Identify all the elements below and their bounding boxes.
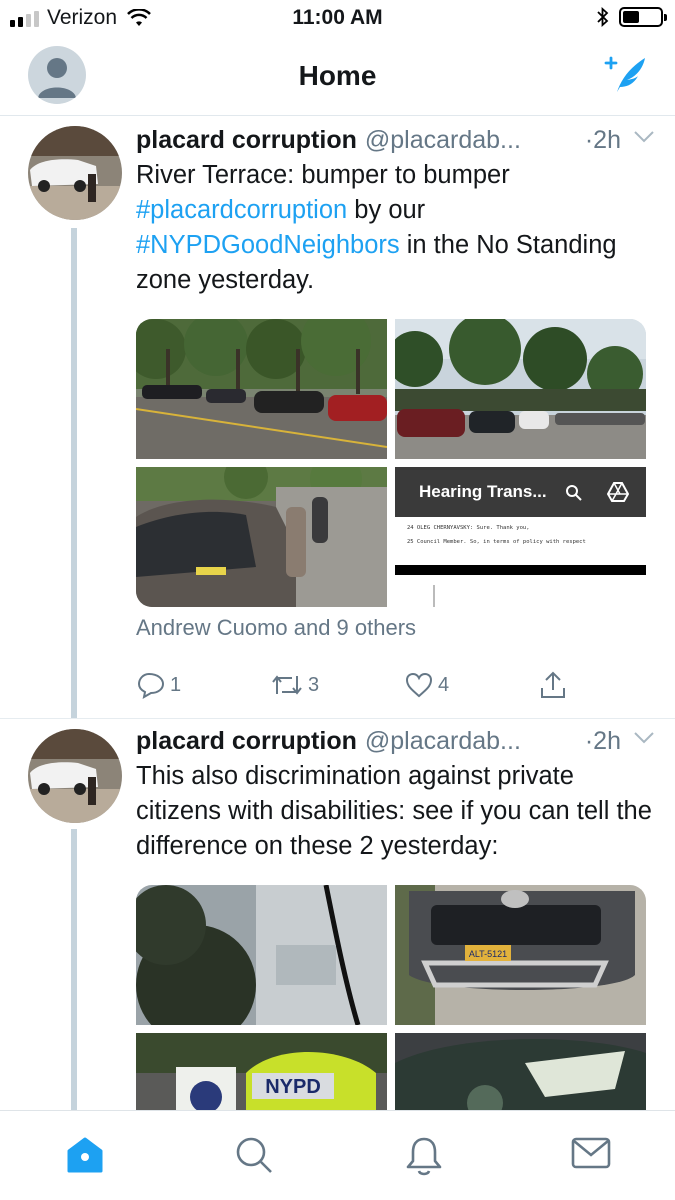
thread-line bbox=[71, 228, 77, 718]
notifications-icon bbox=[406, 1137, 442, 1176]
media-photo[interactable]: NYPD bbox=[136, 1033, 387, 1110]
compose-tweet-button[interactable] bbox=[603, 54, 649, 101]
thread-line bbox=[71, 829, 77, 1110]
compose-tweet-icon bbox=[604, 56, 645, 92]
document-title: Hearing Trans... bbox=[419, 482, 547, 501]
search-icon bbox=[566, 485, 582, 501]
margin-line bbox=[433, 585, 435, 607]
media-photo[interactable]: ALT-5121 bbox=[395, 885, 646, 1025]
tweet-author-avatar[interactable] bbox=[28, 729, 122, 823]
hashtag-link[interactable]: #placardcorruption bbox=[136, 196, 347, 224]
tweet-author-handle[interactable]: @placardab... bbox=[365, 126, 521, 155]
media-photo[interactable] bbox=[136, 885, 387, 1025]
google-drive-icon bbox=[607, 482, 629, 502]
share-button[interactable] bbox=[538, 670, 568, 700]
home-icon bbox=[67, 1137, 103, 1173]
tweet[interactable]: placard corruption @placardab... ·2h Riv… bbox=[0, 118, 675, 718]
document-text: 24 OLEG CHERNYAVSKY: Sure. Thank you, 25… bbox=[407, 521, 636, 549]
media-photo[interactable] bbox=[395, 1033, 646, 1110]
license-plate-text: ALT-5121 bbox=[469, 949, 507, 959]
top-nav-header: Home bbox=[0, 38, 675, 116]
tweet-author-handle[interactable]: @placardab... bbox=[365, 727, 521, 756]
media-photo[interactable] bbox=[395, 319, 646, 459]
tweet-actions: 1 3 4 bbox=[136, 668, 576, 702]
media-photo[interactable] bbox=[136, 319, 387, 459]
like-count: 4 bbox=[438, 673, 450, 696]
chevron-down-icon[interactable] bbox=[633, 731, 655, 745]
document-line: 25 Council Member. So, in terms of polic… bbox=[407, 539, 586, 545]
tweet-author-name[interactable]: placard corruption bbox=[136, 126, 357, 155]
tweet-text-segment: River Terrace: bumper to bumper bbox=[136, 161, 510, 189]
reply-button[interactable]: 1 bbox=[136, 671, 181, 699]
messages-icon bbox=[571, 1137, 611, 1169]
page-break bbox=[395, 565, 646, 575]
reply-icon bbox=[137, 672, 165, 699]
media-photo[interactable] bbox=[136, 467, 387, 607]
tweet-timestamp: ·2h bbox=[584, 727, 621, 755]
retweet-button[interactable]: 3 bbox=[270, 672, 319, 698]
tweet-timestamp: ·2h bbox=[584, 126, 621, 154]
hashtag-link[interactable]: #NYPDGoodNeighbors bbox=[136, 231, 400, 259]
bottom-tab-bar bbox=[0, 1110, 675, 1200]
page-title: Home bbox=[298, 60, 377, 91]
liked-by-text[interactable]: Andrew Cuomo and 9 others bbox=[136, 615, 416, 641]
tweet-text: River Terrace: bumper to bumper #placard… bbox=[136, 158, 656, 298]
avatar-photo bbox=[28, 126, 122, 220]
bluetooth-icon bbox=[597, 7, 609, 27]
tweet[interactable]: placard corruption @placardab... ·2h Thi… bbox=[0, 719, 675, 1110]
tweet-author-name[interactable]: placard corruption bbox=[136, 727, 357, 756]
chevron-down-icon[interactable] bbox=[633, 130, 655, 144]
tweet-text: This also discrimination against private… bbox=[136, 762, 652, 860]
heart-icon bbox=[405, 672, 433, 698]
tab-home[interactable] bbox=[64, 1135, 106, 1180]
badge-text: NYPD bbox=[265, 1076, 321, 1098]
like-button[interactable]: 4 bbox=[404, 671, 449, 699]
avatar-photo bbox=[28, 729, 122, 823]
retweet-count: 3 bbox=[308, 673, 320, 696]
document-line: 24 OLEG CHERNYAVSKY: Sure. Thank you, bbox=[407, 525, 530, 531]
tab-notifications[interactable] bbox=[404, 1135, 444, 1182]
tweet-text-segment: by our bbox=[347, 196, 426, 224]
retweet-icon bbox=[272, 675, 302, 695]
share-icon bbox=[541, 671, 565, 698]
battery-icon bbox=[619, 7, 667, 27]
reply-count: 1 bbox=[170, 673, 182, 696]
tweet-media-grid: ALT-5121 NYPD bbox=[136, 885, 646, 1110]
search-icon bbox=[236, 1137, 272, 1173]
status-time: 11:00 AM bbox=[292, 6, 383, 29]
tab-search[interactable] bbox=[234, 1135, 274, 1180]
tweet-author-avatar[interactable] bbox=[28, 126, 122, 220]
tab-messages[interactable] bbox=[570, 1135, 612, 1176]
tweet-media-grid: Hearing Trans... 24 OLEG CHERNYAVSKY: Su… bbox=[136, 319, 646, 607]
status-bar: Verizon 11:00 AM bbox=[0, 0, 675, 38]
document-preview[interactable]: Hearing Trans... 24 OLEG CHERNYAVSKY: Su… bbox=[395, 467, 646, 607]
